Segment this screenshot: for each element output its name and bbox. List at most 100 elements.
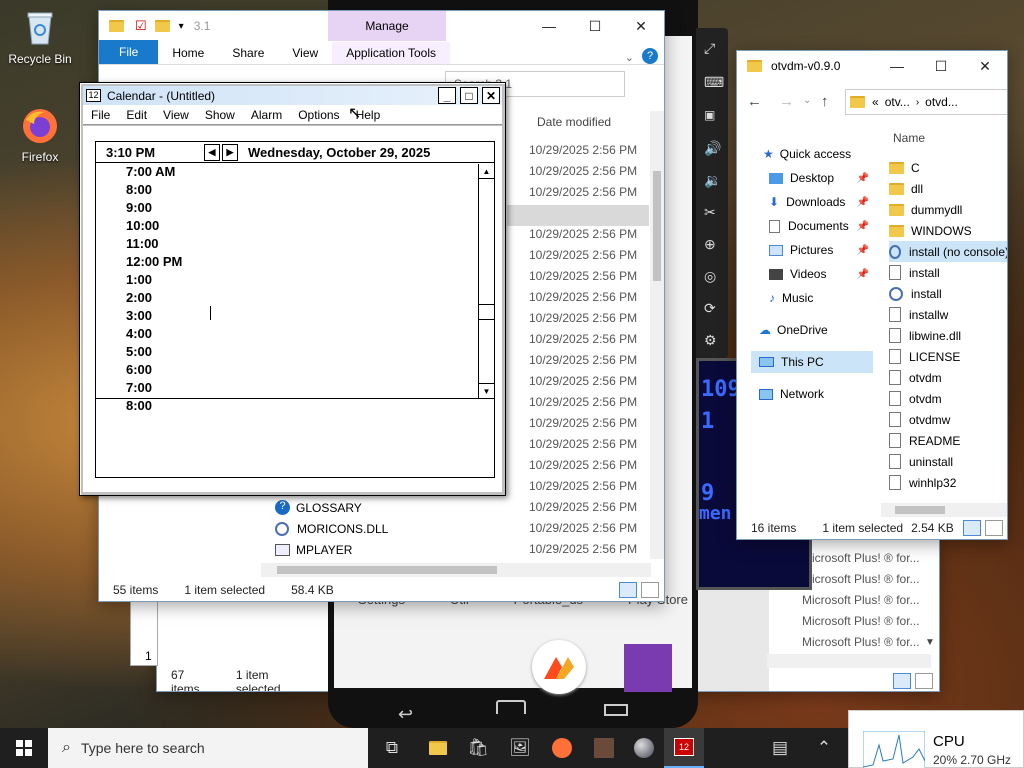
time-slot[interactable]: 7:00 AM (126, 164, 175, 179)
help-icon[interactable]: ? (642, 48, 658, 64)
menu-show[interactable]: Show (197, 108, 243, 122)
file-list-item[interactable]: LICENSE (889, 346, 1007, 367)
time-slot[interactable]: 12:00 PM (126, 254, 182, 269)
file-date-cell[interactable]: 10/29/2025 2:56 PM (529, 496, 649, 517)
file-date-cell[interactable]: 10/29/2025 2:56 PM (529, 349, 649, 370)
ribbon-expand-icon[interactable]: ⌄ (625, 51, 634, 64)
file-date-cell[interactable]: 10/29/2025 2:56 PM (529, 370, 649, 391)
large-icons-view-button[interactable] (985, 520, 1003, 536)
recents-nav-icon[interactable] (604, 704, 628, 716)
details-view-button[interactable] (619, 582, 637, 598)
time-slot[interactable]: 3:00 (126, 308, 152, 323)
forward-arrow-icon[interactable]: → (779, 93, 794, 110)
file-date-cell[interactable]: 10/29/2025 2:56 PM (529, 517, 649, 538)
nav-music[interactable]: ♪ Music (769, 287, 813, 309)
time-slot[interactable]: 7:00 (126, 380, 152, 395)
minimize-button[interactable]: — (526, 11, 572, 41)
horizontal-scrollbar[interactable] (261, 563, 651, 577)
desktop-icon-firefox[interactable]: Firefox (0, 106, 80, 164)
minimize-button[interactable]: — (875, 51, 919, 81)
task-view-icon[interactable]: ⧉ (372, 728, 412, 768)
file-list-item[interactable]: otvdm (889, 388, 1007, 409)
file-list-item[interactable]: libwine.dll (889, 325, 1007, 346)
list-item[interactable]: MPLAYER (275, 539, 515, 560)
file-list-item[interactable]: WINDOWS (889, 220, 1007, 241)
maximize-button[interactable]: □ (460, 87, 478, 104)
file-list-item[interactable]: install (no console) (889, 241, 1007, 262)
ribbon-tab-view[interactable]: View (278, 42, 332, 64)
new-folder-icon[interactable] (154, 20, 170, 32)
appointment-time-list[interactable]: 7:00 AM 8:00 9:00 10:00 11:00 12:00 PM 1:00 2:0… (96, 164, 477, 413)
time-slot[interactable]: 8:00 (126, 182, 152, 197)
scrollbar-thumb[interactable] (277, 566, 497, 574)
game-app-icon[interactable] (624, 644, 672, 692)
scrollbar-thumb[interactable] (895, 506, 945, 514)
time-slot[interactable]: 10:00 (126, 218, 159, 233)
desktop-icon-recycle-bin[interactable]: Recycle Bin (0, 8, 80, 66)
time-slot[interactable]: 1:00 (126, 272, 152, 287)
file-date-cell[interactable]: 10/29/2025 2:56 PM (529, 223, 649, 244)
cpu-monitor-widget[interactable]: CPU 20% 2.70 GHz (848, 710, 1024, 768)
time-slot[interactable]: 4:00 (126, 326, 152, 341)
file-date-cell[interactable]: 10/29/2025 2:56 PM (529, 412, 649, 433)
ribbon-tab-home[interactable]: Home (158, 42, 218, 64)
keyboard-icon[interactable]: ⌨ (704, 74, 724, 91)
file-explorer-icon[interactable] (418, 728, 458, 768)
file-list-item[interactable]: installw (889, 304, 1007, 325)
file-date-cell[interactable]: 10/29/2025 2:56 PM (529, 286, 649, 307)
minimize-button[interactable]: _ (438, 87, 456, 104)
file-date-cell[interactable]: 10/29/2025 2:56 PM (529, 328, 649, 349)
file-list-item[interactable]: dummydll (889, 199, 1007, 220)
calendar-title-bar[interactable]: 12 Calendar - (Untitled) _ □ ✕ (83, 86, 502, 105)
file-date-cell[interactable]: 10/29/2025 2:56 PM (529, 475, 649, 496)
file-list-item[interactable]: dll (889, 178, 1007, 199)
file-list-item[interactable]: uninstall (889, 451, 1007, 472)
notes-area[interactable] (96, 400, 494, 477)
file-date-cell[interactable]: 10/29/2025 2:56 PM (529, 265, 649, 286)
title-bar[interactable]: otvdm-v0.9.0 — ☐ ✕ (737, 51, 1007, 81)
explorer-window-otvdm[interactable]: otvdm-v0.9.0 — ☐ ✕ ← → ⌄ ↑ « otv... › ot… (736, 50, 1008, 540)
next-day-button[interactable]: ▶ (222, 143, 238, 161)
menu-file[interactable]: File (83, 108, 118, 122)
details-view-button[interactable] (963, 520, 981, 536)
time-slot[interactable]: 2:00 (126, 290, 152, 305)
file-date-cell[interactable]: 10/29/2025 2:56 PM (529, 391, 649, 412)
address-bar[interactable]: « otv... › otvd... (845, 89, 1007, 115)
volume-down-icon[interactable]: 🔉 (704, 172, 721, 189)
vertical-scrollbar[interactable] (650, 111, 664, 559)
breadcrumb-item[interactable]: otv... (885, 95, 910, 109)
fullscreen-icon[interactable]: ⤢ (704, 40, 715, 57)
nav-this-pc[interactable]: This PC (751, 351, 873, 373)
store-icon[interactable]: 🛍 (458, 728, 498, 768)
volume-up-icon[interactable]: 🔊 (704, 140, 721, 157)
scroll-down-icon[interactable]: ▼ (925, 637, 935, 648)
scrollbar-thumb[interactable] (653, 171, 661, 281)
scrollbar-thumb[interactable] (479, 304, 494, 320)
nav-onedrive[interactable]: ☁ OneDrive (759, 319, 828, 341)
close-button[interactable]: ✕ (618, 11, 664, 41)
scroll-up-icon[interactable]: ▲ (479, 164, 494, 179)
up-arrow-icon[interactable]: ↑ (821, 93, 829, 110)
add-icon[interactable]: ⊕ (704, 236, 716, 253)
settings-gear-icon[interactable]: ⚙ (704, 332, 717, 349)
ribbon-tab-file[interactable]: File (99, 40, 159, 64)
nav-downloads[interactable]: ⬇ Downloads 📌 (769, 191, 877, 213)
game-taskbar-icon[interactable] (584, 728, 624, 768)
emulator-taskbar-icon[interactable] (624, 728, 664, 768)
title-bar[interactable]: ☑ ▾ 3.1 Manage — ☐ ✕ (99, 11, 664, 41)
list-item[interactable]: ? GLOSSARY (275, 497, 515, 518)
news-widget-icon[interactable]: ▤ (760, 728, 800, 768)
breadcrumb-item[interactable]: otvd... (925, 95, 958, 109)
maximize-button[interactable]: ☐ (919, 51, 963, 81)
menu-edit[interactable]: Edit (118, 108, 155, 122)
cut-icon[interactable]: ✂ (704, 204, 716, 221)
file-list-item[interactable]: C (889, 157, 1007, 178)
properties-icon[interactable]: ☑ (135, 18, 147, 34)
calendar-scrollbar[interactable]: ▲ ▼ (478, 164, 494, 398)
menu-alarm[interactable]: Alarm (243, 108, 290, 122)
file-list-item[interactable]: install (889, 283, 1007, 304)
list-item[interactable]: MORICONS.DLL (275, 518, 515, 539)
file-list-item[interactable]: install (889, 262, 1007, 283)
selected-row-highlight[interactable] (507, 205, 649, 226)
taskbar-search-box[interactable]: ⌕ Type here to search (48, 728, 368, 768)
